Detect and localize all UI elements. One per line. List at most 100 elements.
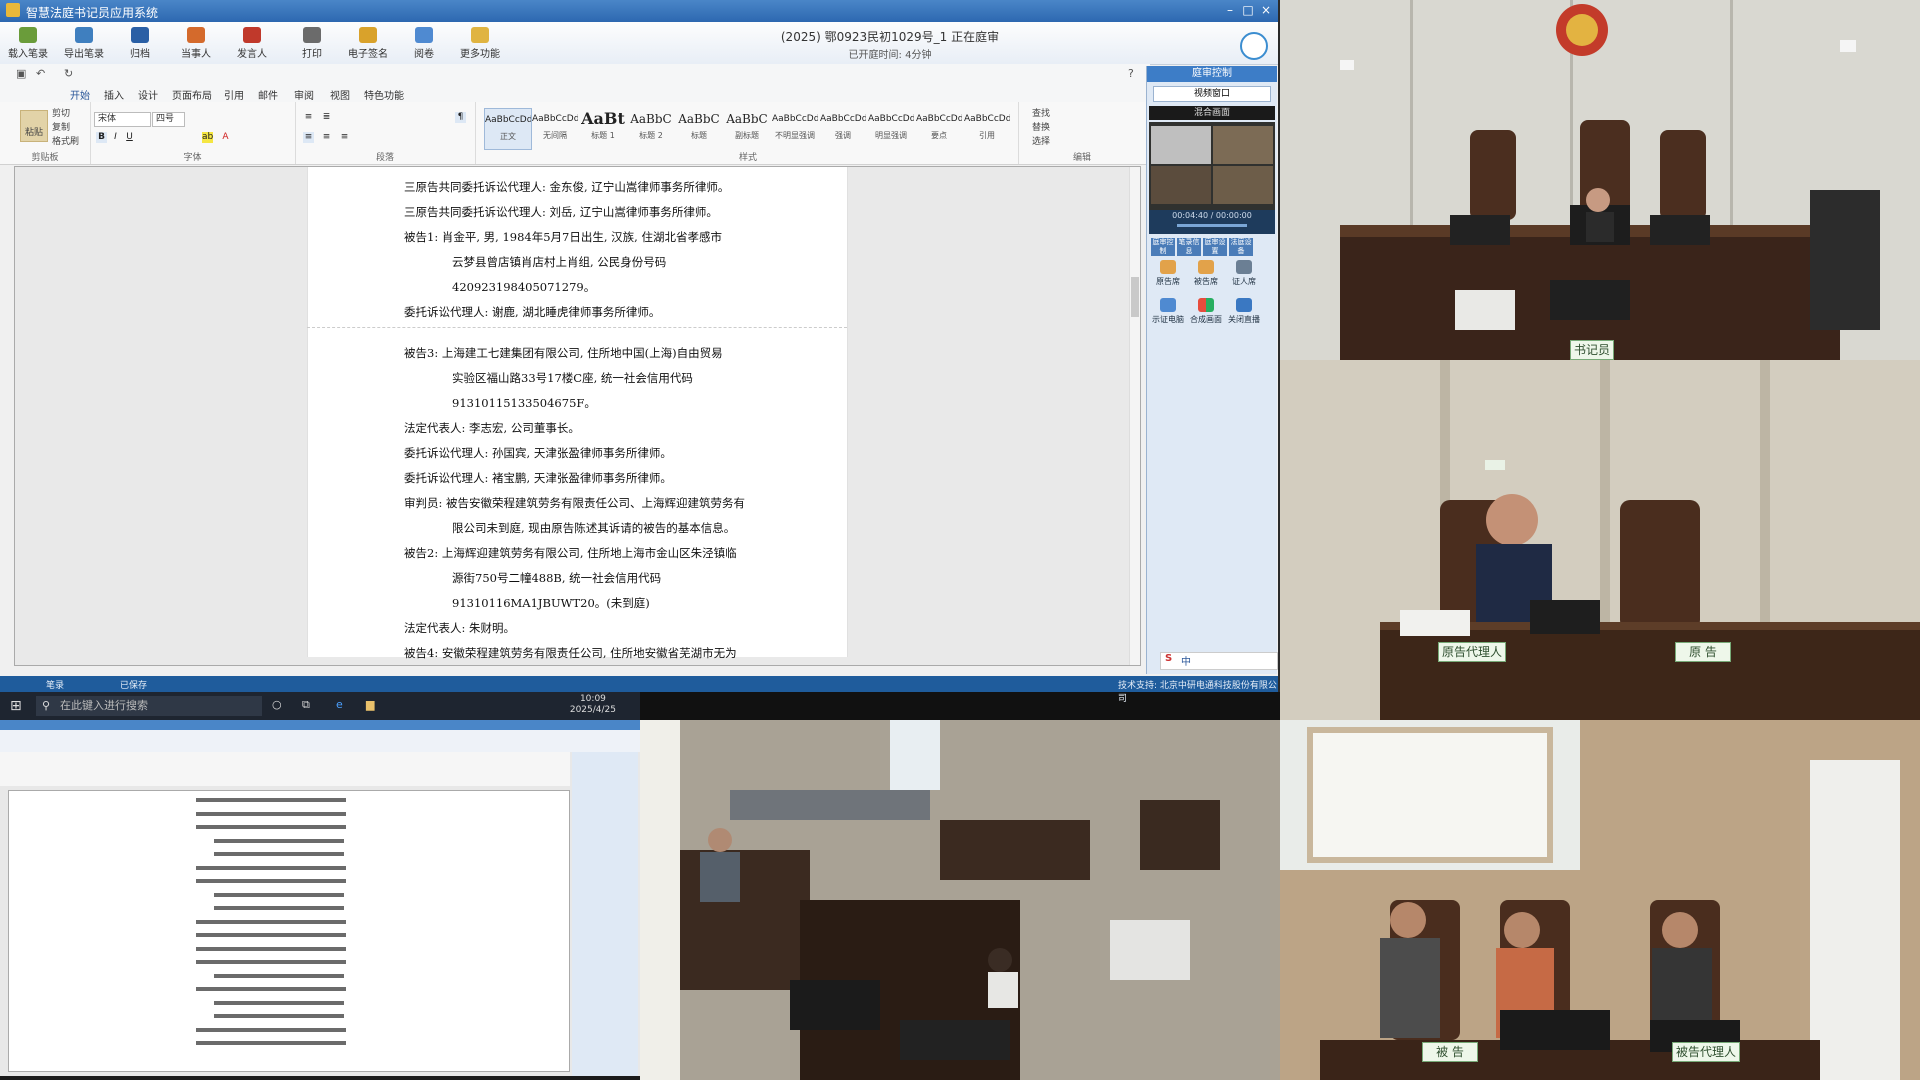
print-button[interactable]: 打印 [290, 26, 334, 62]
bullets-icon[interactable]: ≡ [303, 112, 314, 123]
document-line[interactable]: 被告3: 上海建工七建集团有限公司, 住所地中国(上海)自由贸易 [404, 345, 723, 361]
font-size-select[interactable]: 四号 [152, 112, 185, 127]
ime-mode-icon[interactable]: 中 [1181, 653, 1191, 668]
close-button[interactable]: × [1258, 2, 1274, 18]
document-line[interactable]: 三原告共同委托诉讼代理人: 金东俊, 辽宁山嵩律师事务所律师。 [404, 179, 729, 195]
style-option[interactable]: AaBbCcDd 无间隔 [532, 108, 578, 148]
e-signature-button[interactable]: 电子签名 [346, 26, 390, 62]
player-controls[interactable]: 00:04:40 / 00:00:00 [1149, 210, 1275, 234]
document-line[interactable]: 被告4: 安徽荣程建筑劳务有限责任公司, 住所地安徽省芜湖市无为 [404, 645, 737, 661]
composite-view-button[interactable]: 合成画面 [1189, 298, 1223, 328]
load-record-button[interactable]: 载入笔录 [6, 26, 50, 62]
document-line[interactable]: 委托诉讼代理人: 孙国宾, 天津张盈律师事务所律师。 [404, 445, 672, 461]
more-functions-button[interactable]: 更多功能 [458, 26, 502, 62]
document-line[interactable]: 限公司未到庭, 现由原告陈述其诉请的被告的基本信息。 [452, 520, 735, 536]
evidence-pc-button[interactable]: 示证电脑 [1151, 298, 1185, 328]
parties-button[interactable]: 当事人 [174, 26, 218, 62]
edge-icon[interactable]: e [336, 698, 343, 711]
task-view-icon[interactable]: ⧉ [302, 698, 310, 712]
document-line[interactable]: 被告2: 上海辉迎建筑劳务有限公司, 住所地上海市金山区朱泾镇临 [404, 545, 737, 561]
italic-button[interactable]: I [110, 132, 121, 143]
tab-review[interactable]: 审阅 [294, 87, 314, 102]
document-line[interactable]: 91310115133504675F。 [452, 395, 596, 411]
tab-court-control[interactable]: 庭审控制 [1151, 238, 1175, 256]
plaintiff-seat-button[interactable]: 原告席 [1151, 260, 1185, 290]
view-select[interactable]: 视频窗口 [1153, 86, 1271, 102]
align-left-icon[interactable]: ≡ [303, 132, 314, 143]
style-option[interactable]: AaBt 标题 1 [580, 108, 626, 148]
scroll-thumb[interactable] [1131, 277, 1139, 317]
tab-references[interactable]: 引用 [224, 87, 244, 102]
document-line[interactable]: 委托诉讼代理人: 褚宝鹏, 天津张盈律师事务所律师。 [404, 470, 672, 486]
undo-icon[interactable]: ↶ [36, 67, 45, 80]
minimize-button[interactable]: – [1222, 2, 1238, 18]
tab-layout[interactable]: 页面布局 [172, 87, 212, 102]
export-record-button[interactable]: 导出笔录 [62, 26, 106, 62]
document-line[interactable]: 云梦县曾店镇肖店村上肖组, 公民身份号码 [452, 254, 666, 270]
style-option[interactable]: AaBbCcDd 引用 [964, 108, 1010, 148]
paste-button[interactable]: 粘贴 [20, 110, 48, 142]
document-line[interactable]: 法定代表人: 李志宏, 公司董事长。 [404, 420, 580, 436]
document-line[interactable]: 源街750号二幢488B, 统一社会信用代码 [452, 570, 661, 586]
style-option[interactable]: AaBbC 副标题 [724, 108, 770, 148]
document-line[interactable]: 三原告共同委托诉讼代理人: 刘岳, 辽宁山嵩律师事务所律师。 [404, 204, 718, 220]
save-icon[interactable]: ▣ [16, 67, 26, 80]
witness-seat-button[interactable]: 证人席 [1227, 260, 1261, 290]
align-center-icon[interactable]: ≡ [321, 132, 332, 143]
ime-toolbar[interactable]: S 中 [1160, 652, 1278, 670]
style-option[interactable]: AaBbCcDd 强调 [820, 108, 866, 148]
layout-select[interactable]: 混合画面 [1149, 106, 1275, 120]
windows-start-icon[interactable]: ⊞ [10, 698, 22, 714]
cortana-icon[interactable]: ○ [272, 698, 282, 711]
document-line[interactable]: 法定代表人: 朱财明。 [404, 620, 515, 636]
highlight-icon[interactable]: ab [202, 132, 213, 143]
volume-slider[interactable] [1177, 224, 1247, 227]
redo-icon[interactable]: ↻ [64, 67, 73, 80]
numbering-icon[interactable]: ≣ [321, 112, 332, 123]
replace-button[interactable]: 替换 [1032, 120, 1050, 133]
tab-court-devices[interactable]: 法庭设备 [1229, 238, 1253, 256]
document-line[interactable]: 委托诉讼代理人: 谢鹿, 湖北睡虎律师事务所律师。 [404, 304, 660, 320]
tab-insert[interactable]: 插入 [104, 87, 124, 102]
format-painter-button[interactable]: 格式刷 [52, 134, 79, 147]
stop-live-button[interactable]: 关闭直播 [1227, 298, 1261, 328]
clock-icon[interactable] [1240, 32, 1268, 60]
underline-button[interactable]: U [124, 132, 135, 143]
font-color-icon[interactable]: A [220, 132, 231, 143]
tab-court-settings[interactable]: 庭审设置 [1203, 238, 1227, 256]
tab-design[interactable]: 设计 [138, 87, 158, 102]
font-name-select[interactable]: 宋体 [94, 112, 151, 127]
style-option[interactable]: AaBbC 标题 2 [628, 108, 674, 148]
review-button[interactable]: 阅卷 [402, 26, 446, 62]
help-icon[interactable]: ? [1128, 67, 1134, 80]
tab-record-info[interactable]: 笔录信息 [1177, 238, 1201, 256]
style-option[interactable]: AaBbCcDd 正文 [484, 108, 532, 150]
document-line[interactable]: 审判员: 被告安徽荣程建筑劳务有限责任公司、上海辉迎建筑劳务有 [404, 495, 745, 511]
align-right-icon[interactable]: ≡ [339, 132, 350, 143]
maximize-button[interactable]: □ [1240, 2, 1256, 18]
tab-special[interactable]: 特色功能 [364, 87, 404, 102]
style-option[interactable]: AaBbCcDd 要点 [916, 108, 962, 148]
style-option[interactable]: AaBbCcDd 明显强调 [868, 108, 914, 148]
document-line[interactable]: 实验区福山路33号17楼C座, 统一社会信用代码 [452, 370, 693, 386]
defendant-seat-button[interactable]: 被告席 [1189, 260, 1223, 290]
style-option[interactable]: AaBbCcDd 不明显强调 [772, 108, 818, 148]
document-line[interactable]: 420923198405071279。 [452, 279, 595, 295]
taskbar-search[interactable]: 在此键入进行搜索 [36, 696, 262, 716]
document-line[interactable]: 被告1: 肖金平, 男, 1984年5月7日出生, 汉族, 住湖北省孝感市 [404, 229, 722, 245]
copy-button[interactable]: 复制 [52, 120, 70, 133]
document-line[interactable]: 91310116MA1JBUWT20。(未到庭) [452, 595, 650, 611]
tab-view[interactable]: 视图 [330, 87, 350, 102]
video-preview[interactable] [1149, 122, 1275, 210]
vertical-scrollbar[interactable] [1129, 167, 1140, 665]
archive-button[interactable]: 归档 [118, 26, 162, 62]
style-option[interactable]: AaBbC 标题 [676, 108, 722, 148]
speaker-button[interactable]: 发言人 [230, 26, 274, 62]
show-marks-icon[interactable]: ¶ [455, 112, 466, 123]
bold-button[interactable]: B [96, 132, 107, 143]
select-button[interactable]: 选择 [1032, 134, 1050, 147]
find-button[interactable]: 查找 [1032, 106, 1050, 119]
folder-icon[interactable]: ▆ [366, 698, 374, 711]
tab-mailings[interactable]: 邮件 [258, 87, 278, 102]
cut-button[interactable]: 剪切 [52, 106, 70, 119]
